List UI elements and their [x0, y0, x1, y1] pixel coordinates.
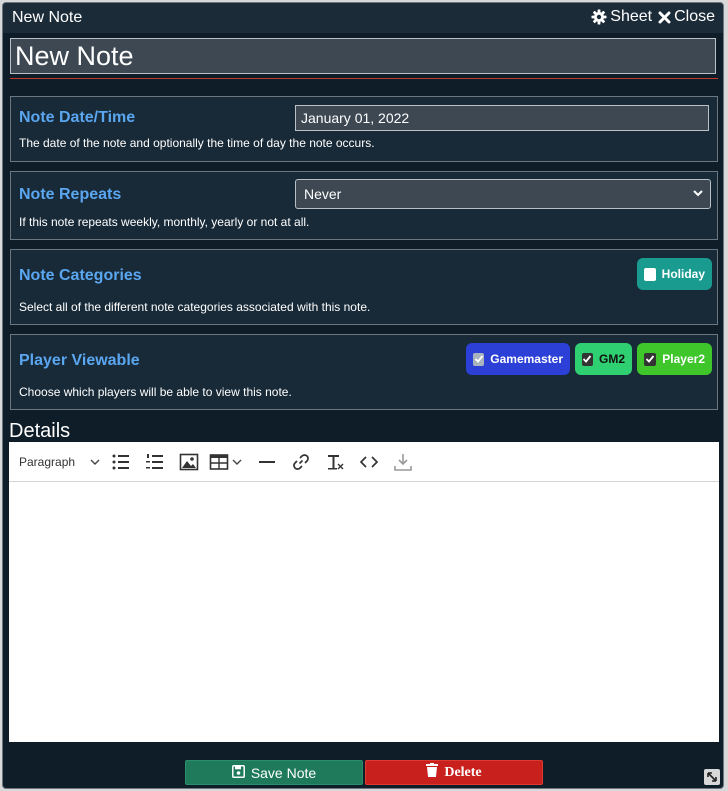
repeat-section: Note Repeats Never If this note repeats …	[10, 171, 718, 240]
delete-button[interactable]: Delete	[365, 760, 543, 785]
check-icon	[583, 355, 592, 363]
gm2-label: GM2	[598, 352, 625, 366]
link-icon	[293, 454, 309, 470]
chevron-down-icon	[692, 180, 704, 217]
dialog-title: New Note	[12, 9, 83, 26]
horizontal-line-icon	[259, 461, 275, 463]
save-note-label: Save Note	[250, 764, 317, 781]
repeat-select[interactable]: Never	[295, 179, 711, 209]
image-icon	[179, 453, 199, 471]
date-section: Note Date/Time January 01, 2022 The date…	[10, 96, 718, 162]
viewable-heading: Player Viewable	[19, 352, 140, 369]
resize-handle[interactable]	[704, 769, 720, 785]
repeat-selected: Never	[304, 186, 342, 202]
gamemaster-checkbox[interactable]	[473, 352, 485, 366]
repeat-description: If this note repeats weekly, monthly, ye…	[19, 215, 310, 229]
holiday-label: Holiday	[661, 267, 705, 281]
insert-table-button[interactable]	[209, 451, 243, 473]
note-title-input[interactable]	[10, 38, 716, 74]
save-note-button[interactable]: Save Note	[185, 760, 363, 785]
paragraph-dropdown[interactable]: Paragraph	[19, 451, 101, 473]
table-icon	[209, 454, 229, 470]
chevron-down-icon	[232, 459, 242, 465]
player-chip-player2[interactable]: Player2	[637, 343, 712, 375]
player2-checkbox[interactable]	[644, 352, 657, 366]
paragraph-label: Paragraph	[19, 455, 76, 469]
categories-section: Note Categories Holiday Select all of th…	[10, 249, 718, 325]
titlebar-actions: Sheet Close	[591, 8, 715, 26]
viewable-section: Player Viewable Gamemaster GM2 Player2 C…	[10, 334, 718, 410]
title-divider	[10, 78, 718, 79]
horizontal-line-button[interactable]	[257, 451, 277, 473]
link-button[interactable]	[291, 451, 311, 473]
editor-toolbar: Paragraph	[9, 442, 719, 482]
player2-label: Player2	[662, 352, 705, 366]
sheet-label: Sheet	[610, 8, 653, 25]
editor-content[interactable]	[9, 482, 719, 742]
check-icon	[474, 355, 483, 363]
repeat-heading: Note Repeats	[19, 186, 122, 203]
date-description: The date of the note and optionally the …	[19, 136, 375, 150]
gear-icon	[591, 9, 607, 25]
player-chip-gm2[interactable]: GM2	[575, 343, 632, 375]
numbered-list-button[interactable]	[145, 451, 165, 473]
delete-label: Delete	[444, 764, 482, 780]
details-editor: Paragraph	[9, 442, 719, 742]
close-label: Close	[674, 8, 715, 25]
details-label: Details	[9, 420, 71, 442]
trash-icon	[426, 763, 439, 782]
remove-format-button[interactable]	[325, 451, 345, 473]
save-icon	[231, 764, 245, 781]
close-button[interactable]: Close	[658, 8, 715, 26]
remove-format-icon	[328, 455, 344, 470]
viewable-description: Choose which players will be able to vie…	[19, 385, 292, 399]
download-icon	[394, 454, 412, 471]
bulleted-list-button[interactable]	[111, 451, 131, 473]
code-icon	[359, 456, 379, 468]
download-button[interactable]	[393, 451, 413, 473]
numbered-list-icon	[146, 454, 163, 469]
categories-description: Select all of the different note categor…	[19, 300, 371, 314]
note-dialog: New Note Sheet Close New Note Note Date/…	[2, 2, 724, 789]
resize-icon	[707, 772, 717, 782]
insert-image-button[interactable]	[179, 451, 199, 473]
category-chip-holiday[interactable]: Holiday	[637, 258, 712, 290]
date-input[interactable]: January 01, 2022	[295, 105, 709, 131]
date-heading: Note Date/Time	[19, 109, 136, 126]
bulleted-list-icon	[112, 454, 129, 470]
dialog-titlebar[interactable]: New Note Sheet Close	[3, 3, 723, 33]
source-code-button[interactable]	[359, 451, 379, 473]
chevron-down-icon	[89, 456, 101, 468]
gm2-checkbox[interactable]	[582, 352, 593, 366]
gamemaster-label: Gamemaster	[490, 352, 563, 366]
check-icon	[646, 355, 655, 363]
holiday-checkbox[interactable]	[644, 267, 656, 281]
player-chip-gamemaster[interactable]: Gamemaster	[466, 343, 570, 375]
close-icon	[658, 11, 671, 24]
sheet-button[interactable]: Sheet	[591, 8, 652, 26]
categories-heading: Note Categories	[19, 267, 142, 284]
